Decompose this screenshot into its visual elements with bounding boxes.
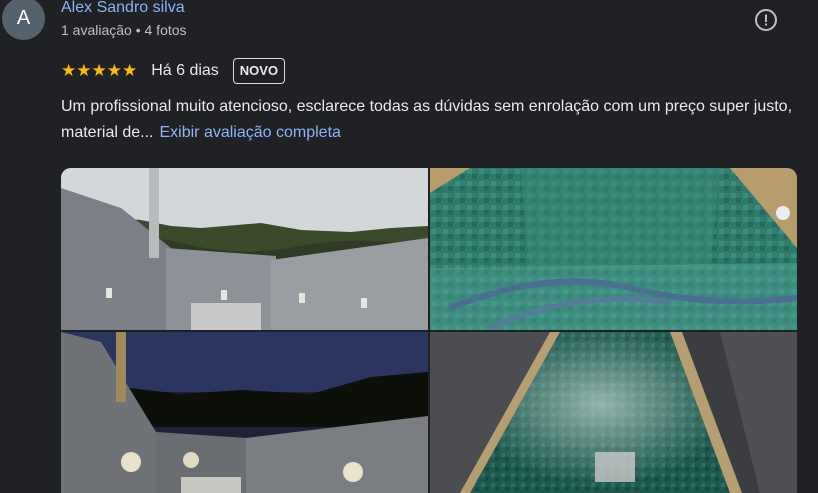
star-rating: ★★★★★ — [61, 61, 138, 80]
rating-row: ★★★★★ Há 6 dias NOVO — [61, 57, 286, 85]
review-text: Um profissional muito atencioso, esclare… — [61, 94, 801, 146]
report-flag-icon[interactable] — [754, 8, 778, 32]
review-photo-4[interactable] — [430, 332, 797, 493]
reviewer-name[interactable]: Alex Sandro silva — [61, 0, 185, 17]
new-badge: NOVO — [232, 58, 286, 84]
show-full-review-link[interactable]: Exibir avaliação completa — [159, 124, 340, 141]
avatar-letter: A — [16, 7, 31, 29]
review-photo-1[interactable] — [61, 168, 428, 330]
reviewer-meta: 1 avaliação • 4 fotos — [61, 22, 187, 38]
avatar[interactable]: A — [2, 0, 45, 40]
photo-grid — [61, 168, 797, 493]
review-photo-3[interactable] — [61, 332, 428, 493]
review-time: Há 6 dias — [151, 62, 219, 79]
review-photo-2[interactable] — [430, 168, 797, 330]
